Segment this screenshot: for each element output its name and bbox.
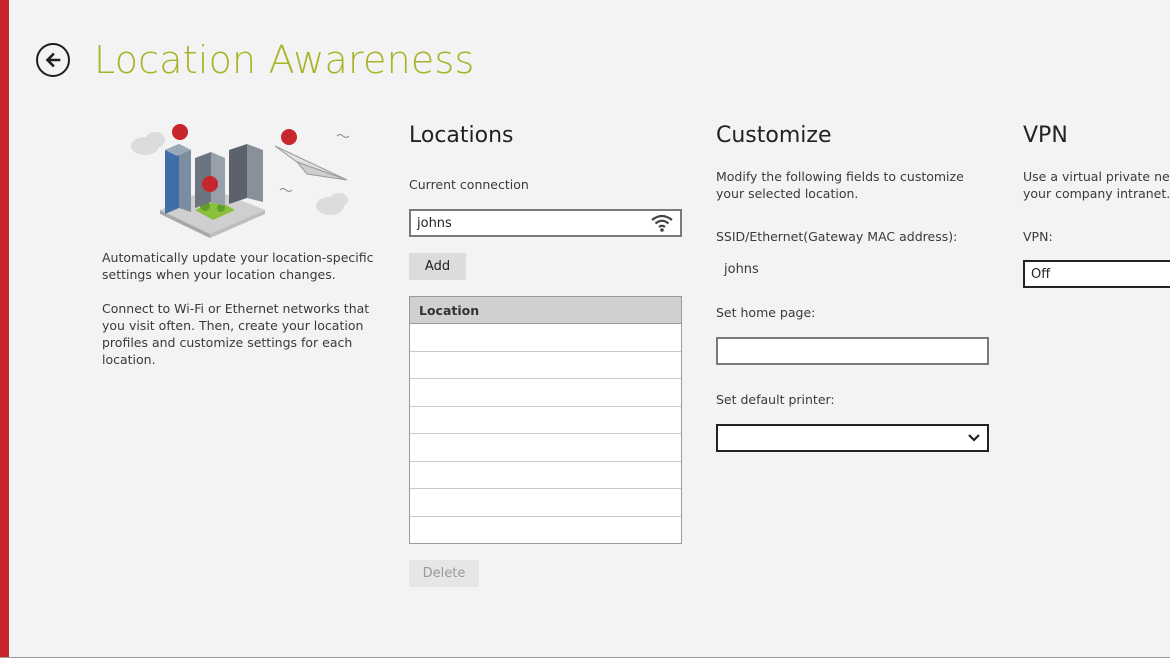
delete-button[interactable]: Delete: [409, 560, 479, 587]
vpn-description: Use a virtual private network to access …: [1023, 169, 1170, 201]
vpn-description-clip: Use a virtual private network to access …: [1023, 168, 1170, 208]
locations-table-header: Location: [410, 297, 681, 324]
table-row[interactable]: [410, 407, 681, 434]
table-row[interactable]: [410, 352, 681, 379]
printer-label: Set default printer:: [716, 392, 835, 407]
current-connection-field[interactable]: johns: [409, 209, 682, 237]
vpn-label: VPN:: [1023, 229, 1053, 244]
location-illustration: [131, 124, 350, 238]
add-button[interactable]: Add: [409, 253, 466, 280]
page-title: Location Awareness: [94, 38, 475, 82]
vpn-title: VPN: [1023, 123, 1068, 148]
accent-bar: [0, 0, 9, 658]
intro-paragraph-2: Connect to Wi-Fi or Ethernet networks th…: [102, 301, 370, 367]
ssid-label: SSID/Ethernet(Gateway MAC address):: [716, 229, 958, 244]
home-page-input[interactable]: [716, 337, 989, 365]
intro-paragraph-1: Automatically update your location-speci…: [102, 250, 374, 282]
current-connection-label: Current connection: [409, 177, 529, 192]
current-connection-value: johns: [417, 215, 452, 231]
back-arrow-icon: [45, 52, 61, 68]
table-row[interactable]: [410, 489, 681, 517]
wifi-icon: [651, 214, 673, 232]
table-row[interactable]: [410, 324, 681, 352]
locations-table: Location: [409, 296, 682, 544]
vpn-select[interactable]: Off: [1023, 260, 1170, 288]
customize-description: Modify the following fields to customize…: [716, 169, 964, 201]
table-row[interactable]: [410, 379, 681, 407]
customize-title: Customize: [716, 123, 832, 148]
vpn-selected-value: Off: [1031, 266, 1051, 282]
table-row[interactable]: [410, 462, 681, 489]
locations-title: Locations: [409, 123, 514, 148]
home-page-label: Set home page:: [716, 305, 816, 320]
default-printer-select[interactable]: [716, 424, 989, 452]
ssid-value: johns: [724, 262, 759, 277]
table-row[interactable]: [410, 517, 681, 544]
table-row[interactable]: [410, 434, 681, 462]
back-button[interactable]: [36, 43, 70, 77]
chevron-down-icon: [968, 434, 980, 442]
